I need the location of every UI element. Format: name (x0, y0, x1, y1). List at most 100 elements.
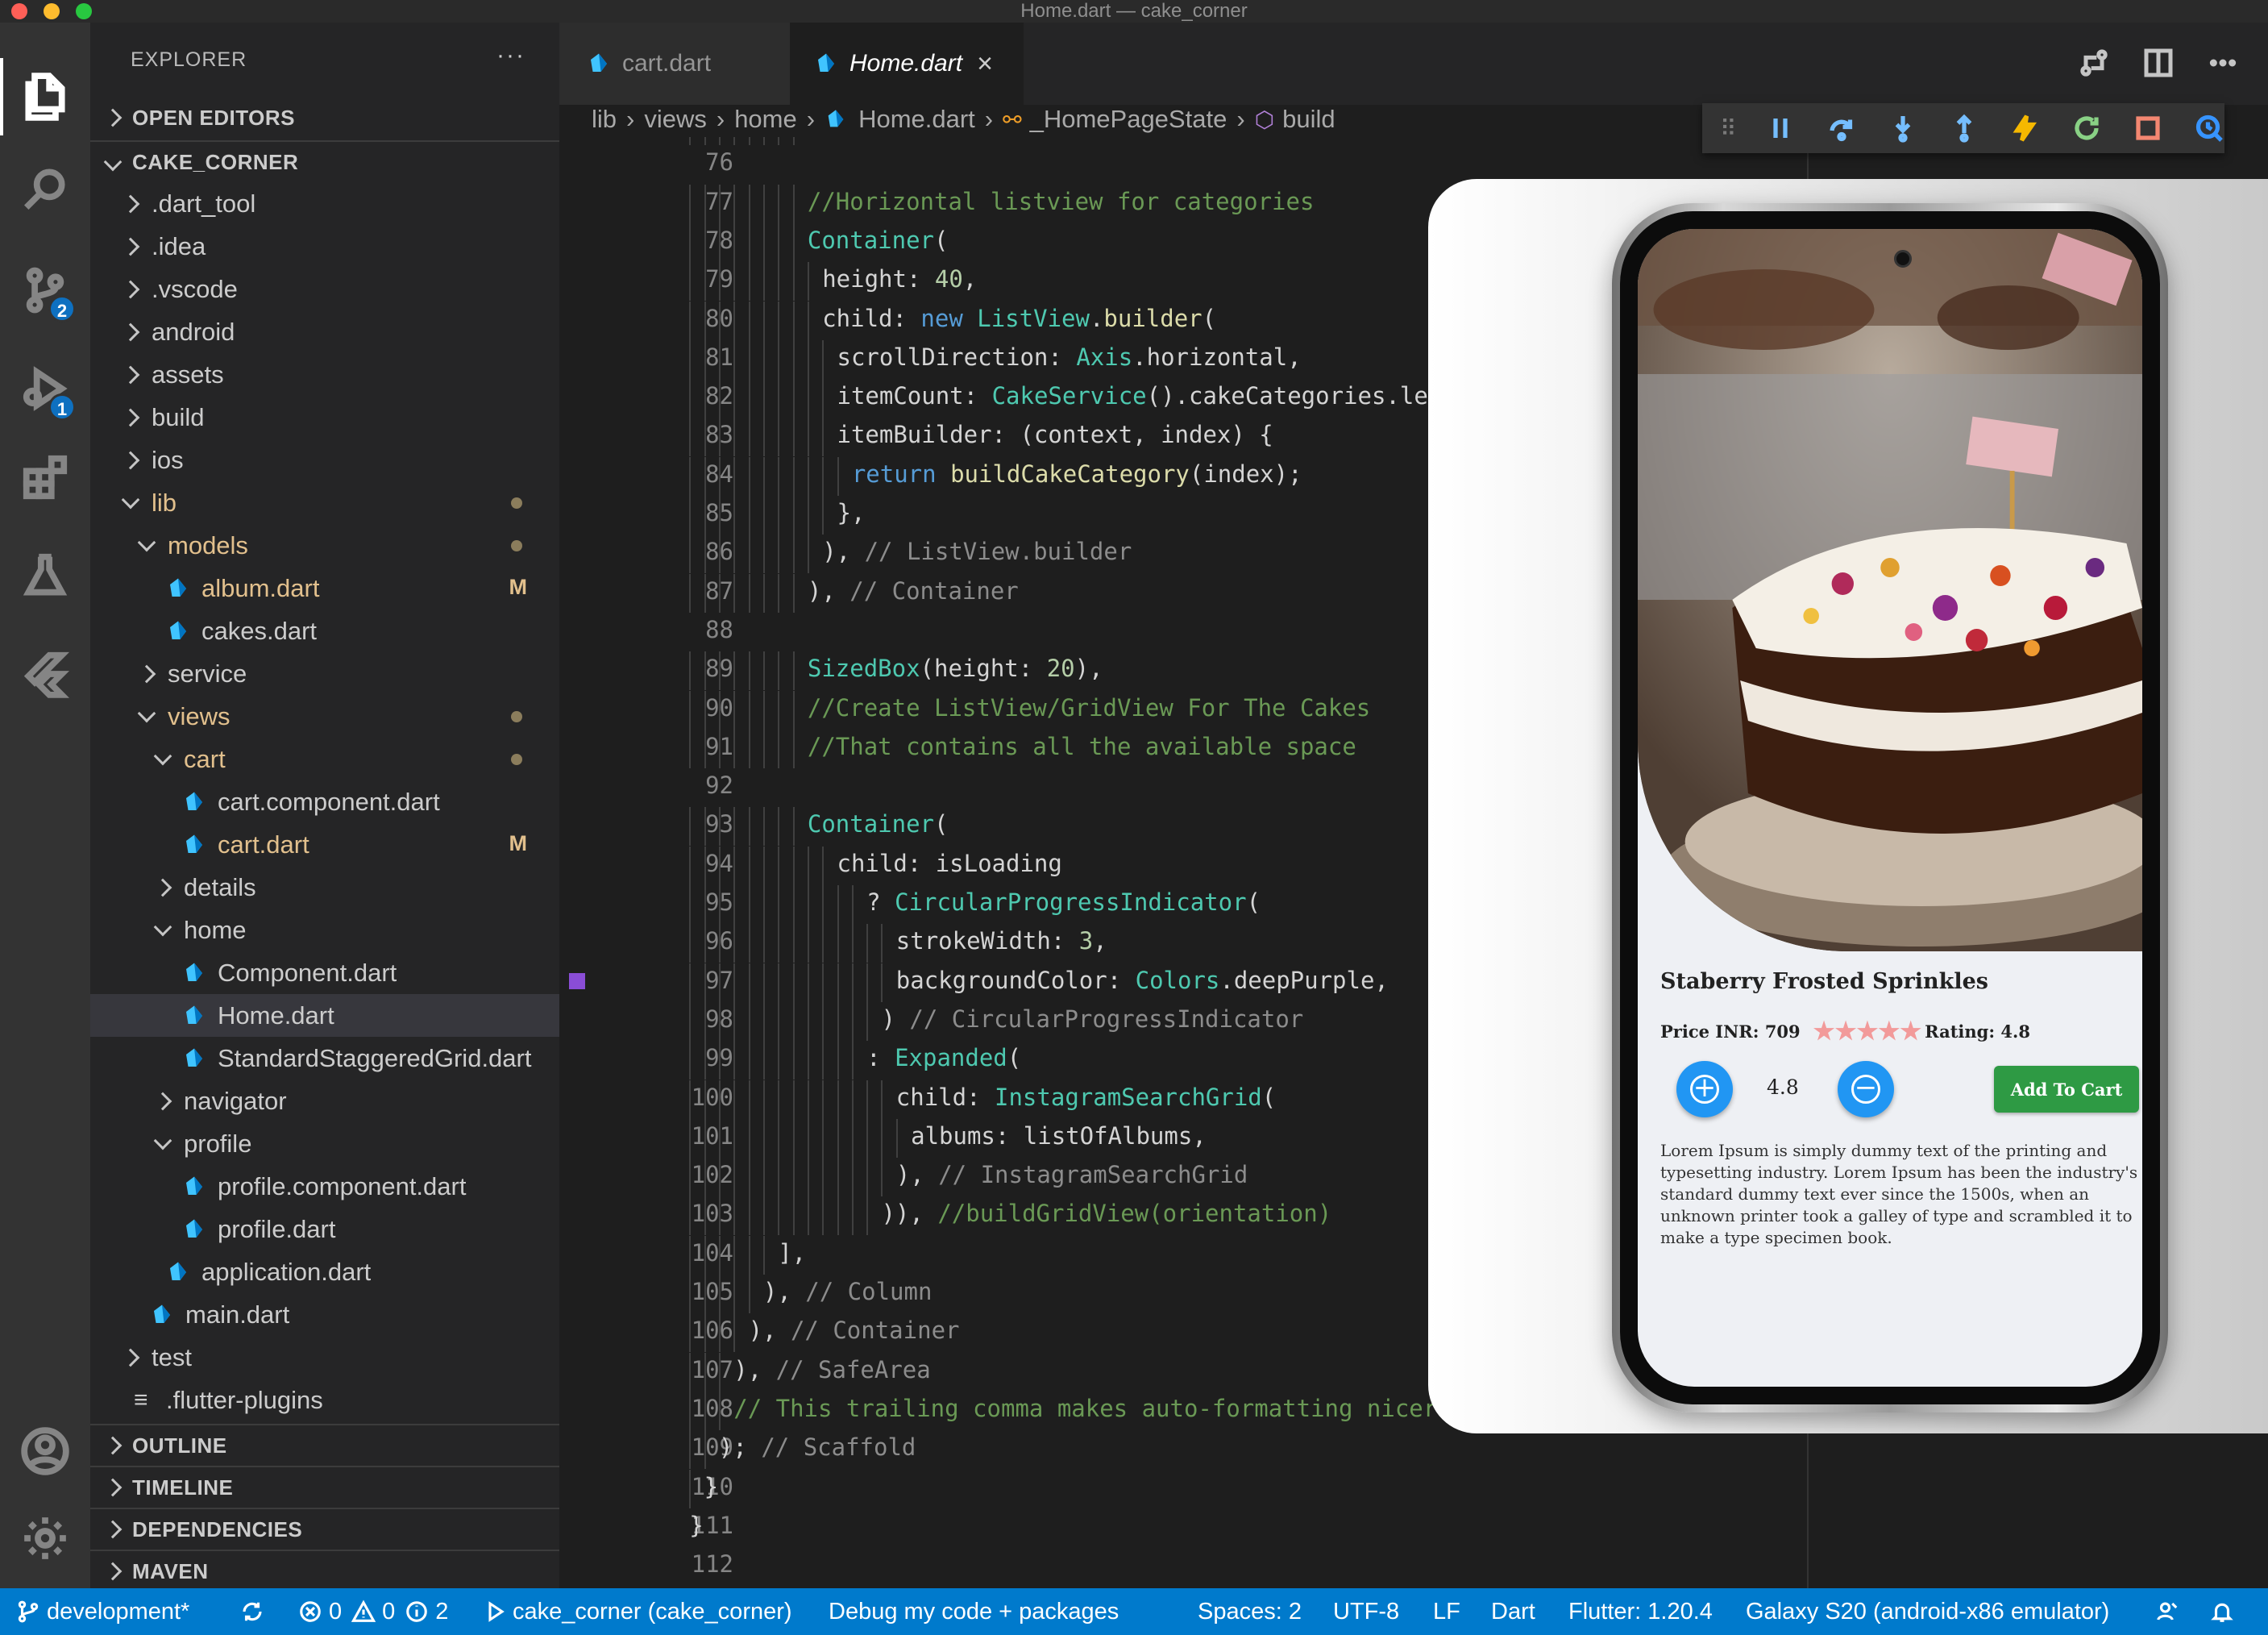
tree-folder[interactable]: lib (90, 481, 559, 524)
encoding-status[interactable]: UTF-8 (1333, 1588, 1399, 1635)
extensions-icon (23, 455, 68, 500)
tree-file[interactable]: Home.dart (90, 994, 559, 1037)
split-editor-icon[interactable] (2142, 47, 2175, 79)
indent-guide (822, 418, 825, 457)
tree-item-label: main.dart (185, 1300, 290, 1329)
code-text: ), // Container (807, 576, 1019, 605)
code-line[interactable]: 112 (559, 1547, 2268, 1582)
breadcrumb-item-views[interactable]: views (644, 105, 707, 134)
language-status[interactable]: Dart (1491, 1588, 1535, 1635)
tree-item-label: ios (152, 445, 184, 474)
tree-folder[interactable]: home (90, 909, 559, 951)
feedback-status[interactable] (2155, 1588, 2186, 1635)
debug-mode-status[interactable]: Debug my code + packages (829, 1588, 1119, 1635)
notifications-status[interactable] (2210, 1588, 2241, 1635)
timeline-section[interactable]: TIMELINE (90, 1466, 559, 1508)
tree-file[interactable]: album.dart M (90, 567, 559, 609)
project-section[interactable]: CAKE_CORNER (90, 140, 559, 182)
decrease-quantity-button[interactable]: − (1838, 1061, 1894, 1117)
tree-folder[interactable]: android (90, 310, 559, 353)
explorer-activity[interactable] (0, 52, 90, 142)
pause-icon (1772, 119, 1788, 138)
tree-folder[interactable]: details (90, 866, 559, 909)
indent-guide (733, 651, 736, 691)
breakpoint-marker[interactable] (569, 972, 585, 989)
problems-status[interactable]: 0 0 2 (298, 1588, 448, 1635)
search-activity[interactable] (0, 144, 90, 234)
tree-file[interactable]: application.dart (90, 1250, 559, 1293)
tree-folder[interactable]: .idea (90, 225, 559, 268)
launch-config-status[interactable]: cake_corner (cake_corner) (482, 1588, 792, 1635)
open-editors-section[interactable]: OPEN EDITORS (90, 97, 559, 139)
tree-folder[interactable]: .dart_tool (90, 182, 559, 225)
breadcrumb-item-file[interactable]: Home.dart (858, 105, 975, 134)
increase-quantity-button[interactable]: + (1676, 1061, 1733, 1117)
extensions-activity[interactable] (0, 432, 90, 522)
breadcrumb-item-method[interactable]: build (1282, 105, 1335, 134)
code-line[interactable]: 109); // Scaffold (559, 1430, 2268, 1470)
tree-file[interactable]: cart.dart M (90, 823, 559, 866)
tree-file[interactable]: StandardStaggeredGrid.dart (90, 1037, 559, 1080)
branch-status[interactable]: development* (16, 1588, 189, 1635)
add-to-cart-button[interactable]: Add To Cart (1994, 1066, 2139, 1113)
breadcrumb-item-lib[interactable]: lib (592, 105, 617, 134)
tree-folder[interactable]: models (90, 524, 559, 567)
indent-guide (807, 963, 809, 1002)
tree-folder[interactable]: navigator (90, 1080, 559, 1122)
eol-status[interactable]: LF (1433, 1588, 1460, 1635)
step-out-button[interactable] (1950, 114, 1979, 143)
hot-reload-button[interactable] (2011, 114, 2040, 143)
outline-section[interactable]: OUTLINE (90, 1424, 559, 1466)
tree-file[interactable]: profile.dart (90, 1208, 559, 1250)
tree-file[interactable]: main.dart (90, 1293, 559, 1336)
open-changes-icon[interactable] (2078, 47, 2110, 79)
tree-folder[interactable]: service (90, 652, 559, 695)
tree-item-label: android (152, 317, 235, 346)
tree-file[interactable]: profile.component.dart (90, 1165, 559, 1208)
manage-activity[interactable] (0, 1493, 90, 1583)
tree-file[interactable]: cart.component.dart (90, 780, 559, 823)
tree-folder[interactable]: ios (90, 439, 559, 481)
tree-folder[interactable]: assets (90, 353, 559, 396)
run-debug-activity[interactable]: 1 (0, 343, 90, 434)
code-line[interactable]: 110} (559, 1469, 2268, 1508)
tree-folder[interactable]: test (90, 1336, 559, 1379)
maven-section[interactable]: MAVEN (90, 1550, 559, 1591)
tab-cart-dart[interactable]: cart.dart (559, 23, 790, 105)
stop-button[interactable] (2133, 114, 2162, 143)
device-status[interactable]: Galaxy S20 (android-x86 emulator) (1746, 1588, 2109, 1635)
tree-folder[interactable]: build (90, 396, 559, 439)
step-into-button[interactable] (1888, 114, 1917, 143)
more-icon[interactable] (2207, 47, 2239, 79)
testing-activity[interactable] (0, 530, 90, 621)
more-actions-button[interactable]: ··· (496, 42, 525, 69)
sync-status[interactable] (240, 1588, 271, 1635)
flutter-version-status[interactable]: Flutter: 1.20.4 (1568, 1588, 1713, 1635)
indentation-status[interactable]: Spaces: 2 (1198, 1588, 1302, 1635)
indent-guide (778, 1001, 780, 1041)
tree-folder[interactable]: cart (90, 738, 559, 780)
code-line[interactable]: 111} (559, 1508, 2268, 1543)
phone-screen[interactable]: Staberry Frosted Sprinkles Price INR: 70… (1638, 229, 2142, 1387)
close-icon[interactable]: × (977, 48, 993, 80)
indent-guide (748, 535, 750, 574)
step-over-button[interactable] (1827, 114, 1856, 143)
flutter-activity[interactable] (0, 629, 90, 719)
dependencies-section[interactable]: DEPENDENCIES (90, 1508, 559, 1550)
tree-folder[interactable]: views (90, 695, 559, 738)
indent-guide (733, 137, 736, 145)
tab-home-dart[interactable]: Home.dart × (790, 23, 1024, 105)
breadcrumb-item-home[interactable]: home (734, 105, 797, 134)
drag-handle-icon[interactable]: ⠿ (1720, 115, 1736, 142)
tree-folder[interactable]: profile (90, 1122, 559, 1165)
tree-file[interactable]: cakes.dart (90, 609, 559, 652)
accounts-activity[interactable] (0, 1406, 90, 1496)
inspect-widget-button[interactable] (2195, 114, 2224, 143)
source-control-activity[interactable]: 2 (0, 245, 90, 335)
restart-button[interactable] (2072, 114, 2101, 143)
pause-button[interactable] (1766, 114, 1795, 143)
breadcrumb-item-class[interactable]: _HomePageState (1030, 105, 1227, 134)
tree-folder[interactable]: .vscode (90, 268, 559, 310)
tree-file[interactable]: ≡ .flutter-plugins (90, 1379, 559, 1421)
tree-file[interactable]: Component.dart (90, 951, 559, 994)
